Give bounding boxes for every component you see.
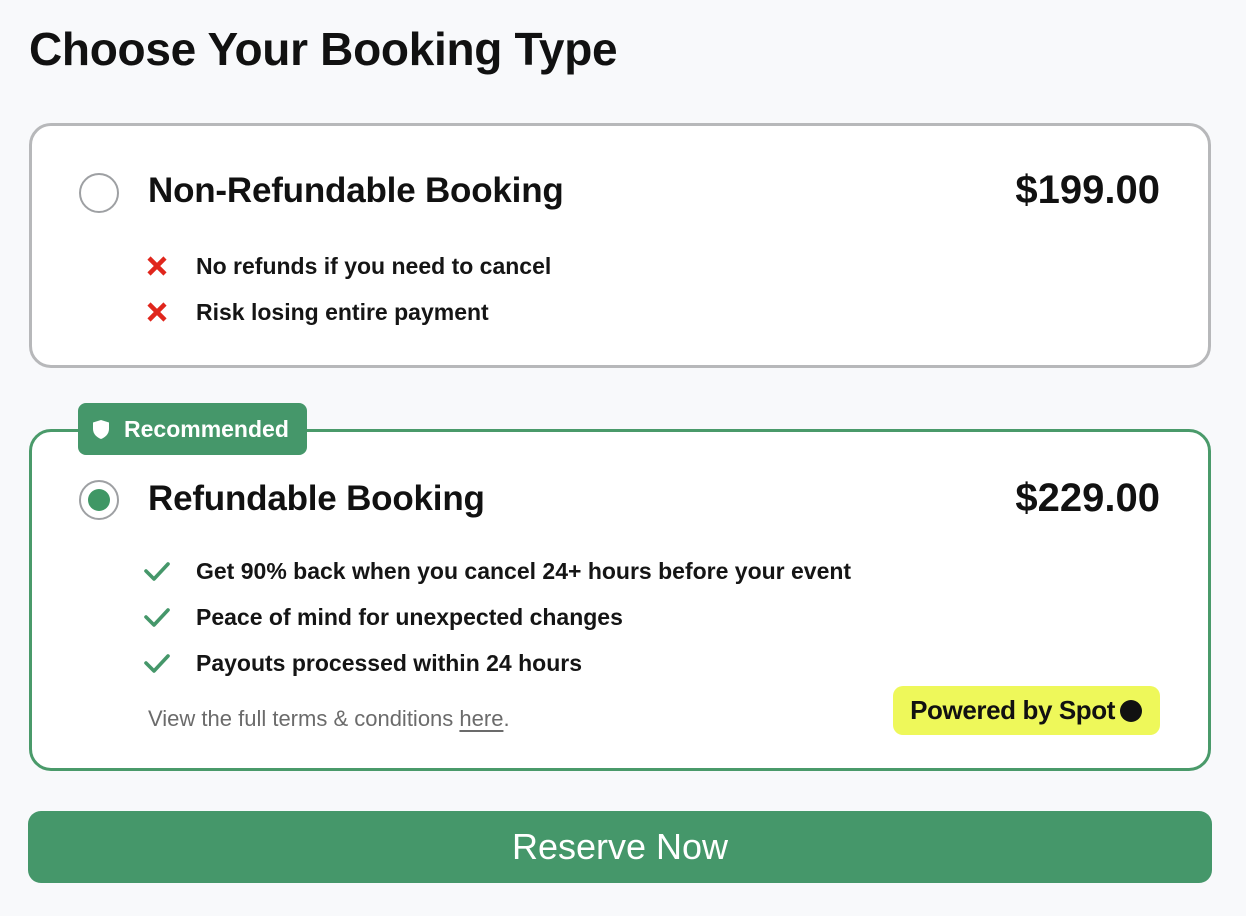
recommended-badge: Recommended	[78, 403, 307, 455]
feature-text: Risk losing entire payment	[196, 298, 489, 325]
refundable-price: $229.00	[1015, 476, 1160, 520]
feature-text: Peace of mind for unexpected changes	[196, 603, 623, 630]
non-refundable-option-card[interactable]: Non-Refundable Booking $199.00 No refund…	[29, 123, 1211, 368]
refundable-option-card[interactable]: Refundable Booking $229.00 Get 90% back …	[29, 429, 1211, 771]
check-icon	[144, 650, 170, 676]
terms-text: View the full terms & conditions here.	[148, 706, 510, 732]
powered-by-spot-badge: Powered by Spot	[893, 686, 1160, 735]
refundable-feature-list: Get 90% back when you cancel 24+ hours b…	[144, 548, 851, 686]
radio-selected-dot	[88, 489, 110, 511]
badge-label: Recommended	[124, 415, 289, 442]
terms-suffix: .	[503, 706, 510, 731]
list-item: Risk losing entire payment	[144, 289, 551, 335]
refundable-radio[interactable]	[79, 480, 119, 520]
x-icon	[144, 253, 170, 279]
terms-link[interactable]: here	[459, 706, 503, 731]
list-item: Peace of mind for unexpected changes	[144, 594, 851, 640]
non-refundable-radio[interactable]	[79, 173, 119, 213]
refundable-title: Refundable Booking	[148, 479, 485, 518]
spot-logo-dot-icon	[1120, 699, 1142, 722]
feature-text: Get 90% back when you cancel 24+ hours b…	[196, 557, 852, 584]
non-refundable-price: $199.00	[1015, 168, 1160, 212]
non-refundable-title: Non-Refundable Booking	[148, 171, 564, 210]
feature-text: No refunds if you need to cancel	[196, 252, 552, 279]
list-item: No refunds if you need to cancel	[144, 243, 551, 289]
list-item: Get 90% back when you cancel 24+ hours b…	[144, 548, 851, 594]
powered-by-label: Powered by Spot	[910, 695, 1115, 725]
reserve-now-button[interactable]: Reserve Now	[28, 811, 1212, 883]
page-title: Choose Your Booking Type	[29, 23, 618, 75]
terms-prefix: View the full terms & conditions	[148, 706, 460, 731]
check-icon	[144, 604, 170, 630]
non-refundable-feature-list: No refunds if you need to cancel Risk lo…	[144, 243, 551, 335]
shield-icon	[92, 419, 110, 440]
feature-text: Payouts processed within 24 hours	[196, 649, 582, 676]
list-item: Payouts processed within 24 hours	[144, 640, 851, 686]
check-icon	[144, 558, 170, 584]
x-icon	[144, 299, 170, 325]
